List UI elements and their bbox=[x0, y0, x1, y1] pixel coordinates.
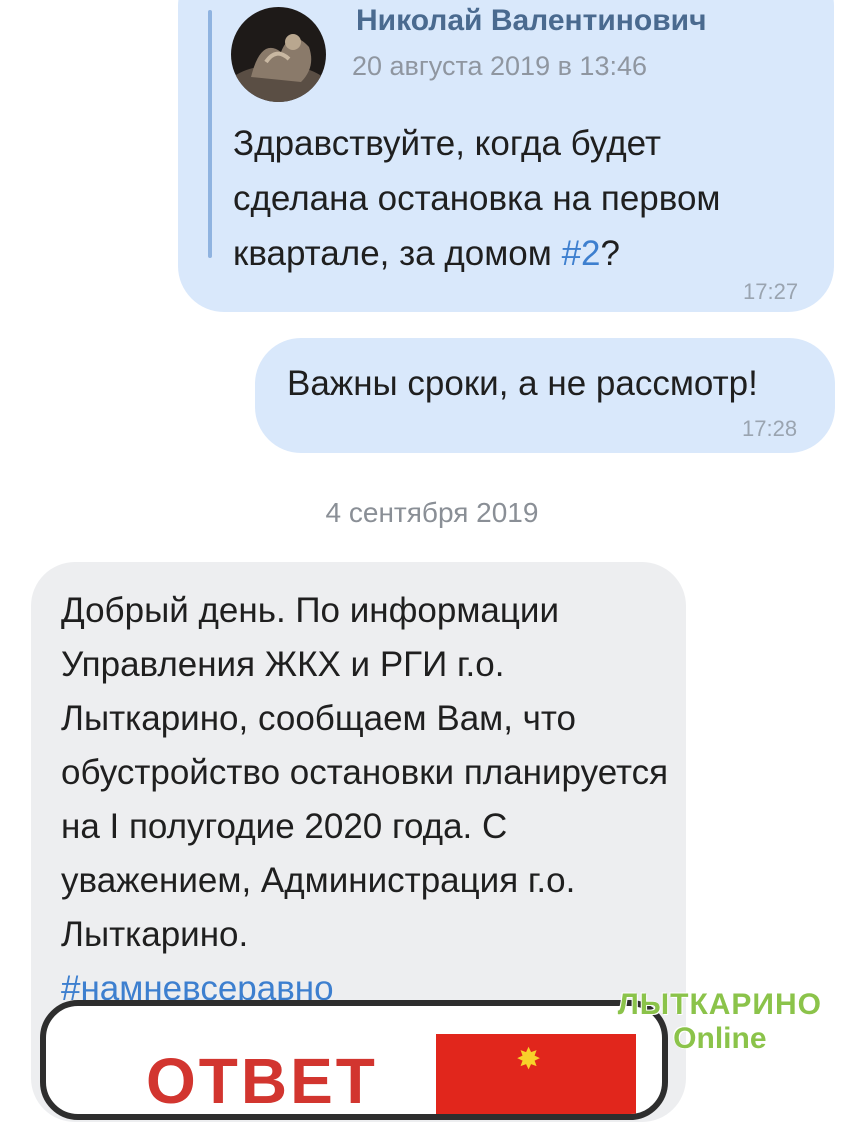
forwarded-message-bubble[interactable]: Николай Валентинович 20 августа 2019 в 1… bbox=[178, 0, 834, 312]
incoming-text-body: Добрый день. По информации Управления ЖК… bbox=[61, 591, 669, 954]
image-attachment[interactable]: ОТВЕТ ✸ bbox=[40, 1000, 668, 1120]
incoming-message-text: Добрый день. По информации Управления ЖК… bbox=[61, 584, 671, 1016]
forwarded-text-end: ? bbox=[600, 234, 620, 273]
forwarded-author-name[interactable]: Николай Валентинович bbox=[356, 4, 707, 38]
attachment-caption: ОТВЕТ bbox=[146, 1045, 378, 1117]
flag-graphic: ✸ bbox=[436, 1034, 636, 1114]
star-icon: ✸ bbox=[516, 1043, 542, 1076]
watermark-line2: Online bbox=[673, 1022, 767, 1055]
date-separator: 4 сентября 2019 bbox=[325, 497, 539, 528]
avatar-photo bbox=[231, 7, 326, 102]
forward-quote-bar bbox=[208, 10, 212, 258]
reply-message-bubble[interactable]: Важны сроки, а не рассмотр! 17:28 bbox=[255, 338, 835, 453]
forwarded-text-part: Здравствуйте, когда будет сделана остано… bbox=[233, 124, 721, 273]
forwarded-date: 20 августа 2019 в 13:46 bbox=[352, 51, 647, 81]
watermark-line1: ЛЫТКАРИНО bbox=[617, 988, 822, 1021]
message-time: 17:27 bbox=[743, 279, 799, 304]
avatar[interactable] bbox=[231, 7, 326, 102]
message-time: 17:28 bbox=[742, 416, 798, 441]
reply-message-text: Важны сроки, а не рассмотр! bbox=[287, 364, 758, 403]
watermark-logo: ЛЫТКАРИНО Online bbox=[618, 990, 822, 1054]
hashtag-link[interactable]: #2 bbox=[562, 234, 601, 273]
forwarded-message-text: Здравствуйте, когда будет сделана остано… bbox=[233, 116, 803, 281]
